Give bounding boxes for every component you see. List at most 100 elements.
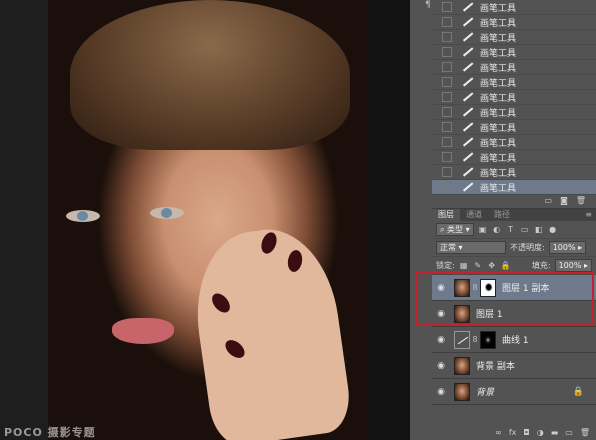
visibility-eye-icon[interactable]: ◉ bbox=[432, 335, 450, 345]
history-brush-checkbox[interactable] bbox=[442, 182, 452, 192]
history-state-row[interactable]: 画笔工具 bbox=[432, 150, 596, 165]
adjustment-layer-icon[interactable]: ◑ bbox=[537, 428, 544, 440]
history-brush-checkbox[interactable] bbox=[442, 167, 452, 177]
history-state-row[interactable]: 画笔工具 bbox=[432, 90, 596, 105]
history-state-row[interactable]: 画笔工具 bbox=[432, 60, 596, 75]
layer-mask-thumbnail[interactable] bbox=[480, 330, 496, 349]
lock-position-icon[interactable]: ✥ bbox=[487, 261, 497, 271]
lock-label: 锁定: bbox=[436, 261, 455, 270]
brush-icon bbox=[460, 76, 474, 88]
fill-value: 100% bbox=[558, 261, 582, 270]
layers-panel-tabs: 图层 通道 路径 ≡ bbox=[432, 209, 596, 221]
history-panel: ¶ 画笔工具 画笔工具 画笔工具 画笔工具 画笔工具 画笔工具 画笔工具 画笔工具 画笔工具 画笔… bbox=[410, 0, 596, 205]
opacity-input[interactable]: 100% ▸ bbox=[548, 241, 587, 254]
history-brush-checkbox[interactable] bbox=[442, 2, 452, 12]
type-filter-icon[interactable]: T bbox=[506, 225, 516, 235]
history-state-row[interactable]: 画笔工具 bbox=[432, 30, 596, 45]
brush-icon bbox=[460, 106, 474, 118]
lock-transparent-icon[interactable]: ▦ bbox=[459, 261, 469, 271]
brush-icon bbox=[460, 16, 474, 28]
brush-icon bbox=[460, 1, 474, 13]
history-state-row[interactable]: 画笔工具 bbox=[432, 135, 596, 150]
history-state-row[interactable]: 画笔工具 bbox=[432, 105, 596, 120]
history-brush-checkbox[interactable] bbox=[442, 77, 452, 87]
brush-icon bbox=[460, 46, 474, 58]
layers-footer: ∞ fx ◘ ◑ ▬ ▭ 🗑 bbox=[432, 428, 596, 440]
history-state-label: 画笔工具 bbox=[480, 93, 517, 104]
lips bbox=[112, 318, 174, 344]
history-state-label: 画笔工具 bbox=[480, 153, 517, 164]
history-state-label: 画笔工具 bbox=[480, 48, 517, 59]
history-state-label: 画笔工具 bbox=[480, 138, 517, 149]
history-state-label: 画笔工具 bbox=[480, 18, 517, 29]
lock-all-icon[interactable]: 🔒 bbox=[501, 261, 511, 271]
adjustment-filter-icon[interactable]: ◐ bbox=[492, 225, 502, 235]
curves-adjustment-icon bbox=[454, 330, 470, 349]
blend-mode-select[interactable]: 正常 ▾ bbox=[436, 241, 506, 254]
tab-paths[interactable]: 路径 bbox=[488, 209, 516, 221]
add-mask-icon[interactable]: ◘ bbox=[523, 428, 529, 440]
visibility-eye-icon[interactable]: ◉ bbox=[432, 361, 450, 371]
mask-link-icon[interactable]: 8 bbox=[470, 335, 480, 344]
history-brush-checkbox[interactable] bbox=[442, 17, 452, 27]
right-panel: ¶ 画笔工具 画笔工具 画笔工具 画笔工具 画笔工具 画笔工具 画笔工具 画笔工具 画笔工具 画笔… bbox=[410, 0, 596, 440]
layer-thumbnail bbox=[454, 382, 470, 401]
history-brush-checkbox[interactable] bbox=[442, 122, 452, 132]
link-layers-icon[interactable]: ∞ bbox=[495, 428, 502, 440]
history-state-row[interactable]: 画笔工具 bbox=[432, 15, 596, 30]
history-state-row[interactable]: 画笔工具 bbox=[432, 45, 596, 60]
delete-state-icon[interactable]: 🗑 bbox=[576, 196, 586, 208]
brush-icon bbox=[460, 121, 474, 133]
history-brush-checkbox[interactable] bbox=[442, 137, 452, 147]
history-state-label: 画笔工具 bbox=[480, 168, 517, 179]
history-brush-checkbox[interactable] bbox=[442, 92, 452, 102]
history-state-label: 画笔工具 bbox=[480, 183, 517, 194]
fill-input[interactable]: 100% ▸ bbox=[554, 259, 592, 272]
history-brush-checkbox[interactable] bbox=[442, 47, 452, 57]
canvas-right-area bbox=[368, 0, 410, 440]
document-canvas[interactable]: POCO 摄影专题 bbox=[0, 0, 410, 440]
history-brush-checkbox[interactable] bbox=[442, 107, 452, 117]
brush-icon bbox=[460, 61, 474, 73]
layer-thumbnail bbox=[454, 356, 470, 375]
brush-icon bbox=[460, 91, 474, 103]
layer-kind-filter[interactable]: ⌕ 类型 ▾ bbox=[436, 223, 474, 236]
opacity-value: 100% bbox=[552, 243, 576, 252]
pixel-filter-icon[interactable]: ▣ bbox=[478, 225, 488, 235]
layer-row[interactable]: ◉ 8 曲线 1 bbox=[432, 327, 596, 353]
brush-icon bbox=[460, 181, 474, 193]
visibility-eye-icon[interactable]: ◉ bbox=[432, 387, 450, 397]
history-state-label: 画笔工具 bbox=[480, 108, 517, 119]
history-state-row[interactable]: 画笔工具 bbox=[432, 0, 596, 15]
new-group-icon[interactable]: ▬ bbox=[551, 428, 559, 440]
delete-layer-icon[interactable]: 🗑 bbox=[580, 428, 590, 440]
history-state-row[interactable]: 画笔工具 bbox=[432, 180, 596, 195]
layer-row[interactable]: ◉ 背景 🔒 bbox=[432, 379, 596, 405]
history-state-row[interactable]: 画笔工具 bbox=[432, 120, 596, 135]
lock-pixels-icon[interactable]: ✎ bbox=[473, 261, 483, 271]
brush-icon bbox=[460, 31, 474, 43]
history-brush-checkbox[interactable] bbox=[442, 62, 452, 72]
filter-toggle-icon[interactable]: ● bbox=[548, 225, 558, 235]
fx-icon[interactable]: fx bbox=[509, 428, 517, 440]
history-state-row[interactable]: 画笔工具 bbox=[432, 165, 596, 180]
history-brush-checkbox[interactable] bbox=[442, 32, 452, 42]
layer-kind-label: 类型 bbox=[447, 225, 464, 234]
new-document-from-state-icon[interactable]: ▭ bbox=[545, 196, 553, 208]
right-eye bbox=[150, 207, 184, 219]
layer-row[interactable]: ◉ 背景 副本 bbox=[432, 353, 596, 379]
smart-object-filter-icon[interactable]: ◧ bbox=[534, 225, 544, 235]
snapshot-icon[interactable]: ◙ bbox=[560, 196, 568, 208]
tab-channels[interactable]: 通道 bbox=[460, 209, 488, 221]
history-state-label: 画笔工具 bbox=[480, 3, 517, 14]
history-brush-checkbox[interactable] bbox=[442, 152, 452, 162]
shape-filter-icon[interactable]: ▭ bbox=[520, 225, 530, 235]
tab-layers[interactable]: 图层 bbox=[432, 209, 460, 221]
panel-menu-icon[interactable]: ≡ bbox=[585, 209, 596, 221]
history-state-row[interactable]: 画笔工具 bbox=[432, 75, 596, 90]
layer-name: 背景 bbox=[476, 388, 495, 398]
canvas-left-area bbox=[0, 0, 50, 440]
brush-icon bbox=[460, 136, 474, 148]
new-layer-icon[interactable]: ▭ bbox=[565, 428, 573, 440]
blend-row: 正常 ▾ 不透明度: 100% ▸ bbox=[432, 239, 596, 257]
